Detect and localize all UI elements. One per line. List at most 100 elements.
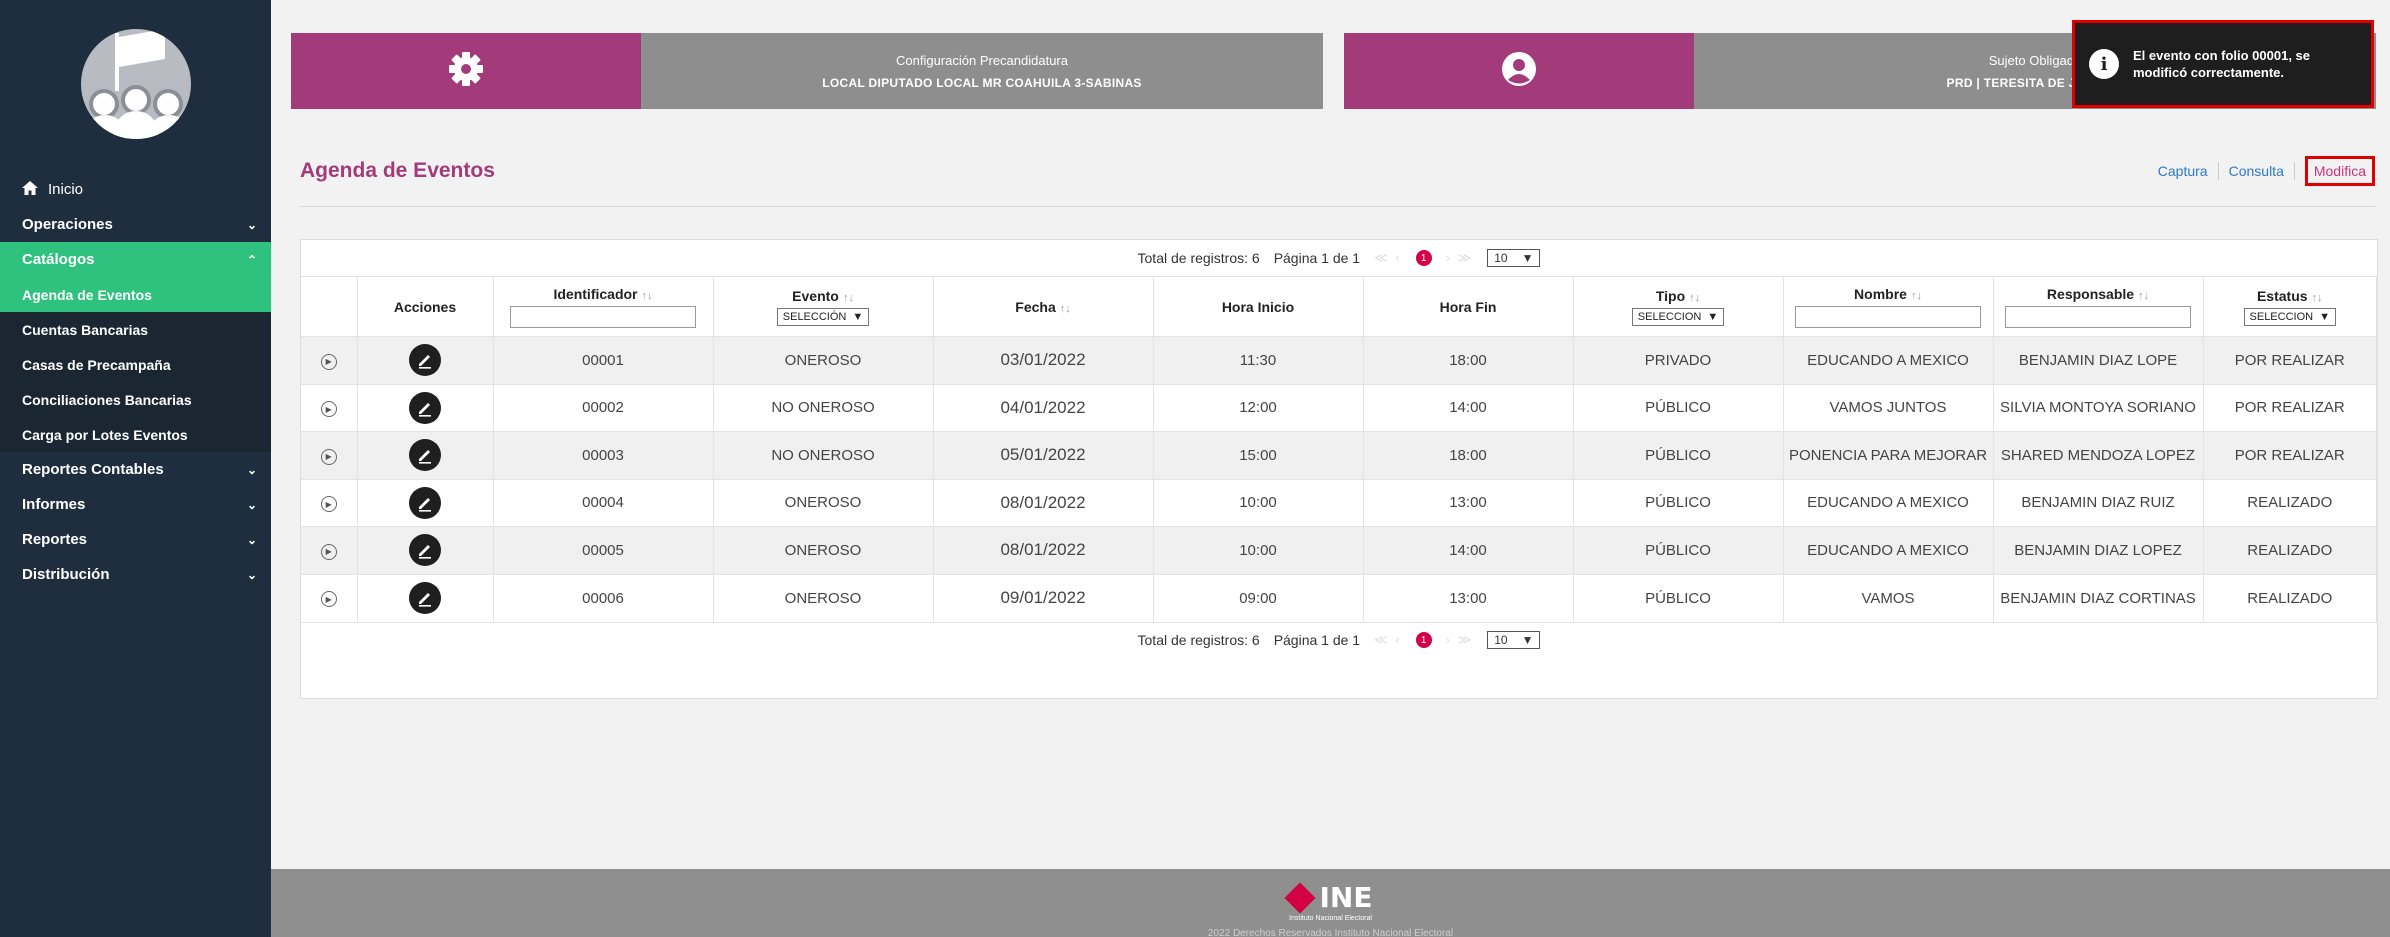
cell-nombre: VAMOS JUNTOS [1783, 383, 1994, 432]
sort-icon[interactable]: ↑↓ [1689, 292, 1700, 304]
table-row: ▶ 00006 ONEROSO 09/01/2022 09:00 13:00 PÚBLICO… [301, 573, 2377, 622]
header-identificador[interactable]: Identificador ↑↓ [493, 276, 714, 337]
page-size-select[interactable]: 10 ▼ [1487, 249, 1541, 267]
cell-identificador: 00004 [493, 478, 714, 527]
sort-icon[interactable]: ↑↓ [1911, 290, 1922, 302]
header-label: Tipo [1655, 287, 1686, 304]
sidebar-item-inicio[interactable]: Inicio [0, 172, 271, 207]
cell-identificador: 00005 [493, 526, 714, 574]
config-card[interactable]: Configuración Precandidatura LOCAL DIPUT… [291, 33, 1323, 109]
next-last-arrows[interactable]: › ≫ [1446, 632, 1474, 648]
page-number-button[interactable]: 1 [1415, 250, 1432, 266]
sidebar-subitem-carga-lotes[interactable]: Carga por Lotes Eventos [0, 417, 271, 452]
header-hora-inicio: Hora Inicio [1153, 276, 1364, 337]
sidebar-item-operaciones[interactable]: Operaciones ⌄ [0, 207, 271, 242]
cell-hora-inicio: 15:00 [1153, 431, 1364, 479]
tab-consulta[interactable]: Consulta [2229, 163, 2284, 179]
info-icon: i [2089, 49, 2119, 79]
page-number-button[interactable]: 1 [1415, 632, 1432, 648]
cell-evento: ONEROSO [713, 573, 934, 622]
app-logo [80, 29, 191, 139]
expand-row-icon[interactable]: ▶ [320, 401, 337, 417]
sidebar-subitem-casas-precampana[interactable]: Casas de Precampaña [0, 347, 271, 382]
expand-row-icon[interactable]: ▶ [320, 543, 337, 560]
sidebar-item-label: Inicio [48, 181, 84, 198]
cell-nombre: VAMOS [1783, 573, 1994, 622]
sort-icon[interactable]: ↑↓ [2138, 290, 2149, 302]
identificador-filter-input[interactable] [510, 305, 696, 328]
edit-pencil-icon[interactable] [409, 344, 441, 377]
cell-fecha: 08/01/2022 [933, 526, 1154, 574]
edit-pencil-icon[interactable] [409, 534, 441, 567]
cell-tipo: PÚBLICO [1573, 478, 1784, 527]
expand-row-icon[interactable]: ▶ [320, 496, 337, 512]
table-row: ▶ 00002 NO ONEROSO 04/01/2022 12:00 14:00 PÚBL… [301, 383, 2377, 432]
sidebar-item-informes[interactable]: Informes ⌄ [0, 487, 271, 522]
header-evento[interactable]: Evento ↑↓ SELECCIÓN ▼ [713, 276, 934, 337]
header-fecha[interactable]: Fecha ↑↓ [933, 276, 1154, 337]
expand-row-icon[interactable]: ▶ [320, 448, 337, 465]
cell-fecha: 08/01/2022 [933, 478, 1154, 527]
expand-row-icon[interactable]: ▶ [320, 591, 337, 608]
sidebar-subitem-conciliaciones[interactable]: Conciliaciones Bancarias [0, 382, 271, 417]
edit-pencil-icon[interactable] [409, 391, 441, 424]
edit-pencil-icon[interactable] [409, 582, 441, 614]
tab-captura[interactable]: Captura [2158, 163, 2208, 179]
cell-estatus: REALIZADO [2203, 526, 2377, 574]
cell-hora-inicio: 10:00 [1153, 478, 1364, 527]
first-prev-arrows[interactable]: ≪ ‹ [1374, 632, 1402, 648]
estatus-filter-select[interactable]: SELECCION ▼ [2243, 307, 2336, 326]
ine-logo: INE [1283, 881, 1372, 914]
sidebar-subitem-cuentas-bancarias[interactable]: Cuentas Bancarias [0, 312, 271, 347]
sort-icon[interactable]: ↑↓ [2312, 292, 2323, 304]
cell-estatus: POR REALIZAR [2203, 336, 2377, 384]
next-last-arrows[interactable]: › ≫ [1446, 250, 1474, 266]
sidebar: Inicio Operaciones ⌄ Catálogos ⌃ Agenda … [0, 0, 271, 937]
cell-hora-fin: 14:00 [1363, 526, 1574, 574]
nombre-filter-input[interactable] [1795, 305, 1981, 328]
responsable-filter-input[interactable] [2005, 305, 2191, 328]
sidebar-item-reportes-contables[interactable]: Reportes Contables ⌄ [0, 452, 271, 487]
sidebar-item-distribucion[interactable]: Distribución ⌄ [0, 557, 271, 592]
footer-text: 2022 Derechos Reservados Instituto Nacio… [1207, 928, 1454, 937]
config-card-title: Configuración Precandidatura [896, 52, 1068, 68]
first-prev-arrows[interactable]: ≪ ‹ [1374, 250, 1402, 266]
header-nombre[interactable]: Nombre ↑↓ [1783, 276, 1994, 337]
mode-tabs: Captura Consulta Modifica [2158, 156, 2375, 186]
evento-filter-select[interactable]: SELECCIÓN ▼ [776, 307, 870, 326]
header-responsable[interactable]: Responsable ↑↓ [1993, 276, 2204, 337]
expand-row-icon[interactable]: ▶ [320, 353, 337, 370]
config-card-icon-area [291, 33, 641, 109]
table-row: ▶ 00003 NO ONEROSO 05/01/2022 15:00 18:00 PÚBL… [301, 431, 2377, 479]
success-toast[interactable]: i El evento con folio 00001, se modificó… [2072, 20, 2374, 108]
sort-icon[interactable]: ↑↓ [1060, 303, 1071, 315]
expand-cell: ▶ [301, 573, 358, 622]
sidebar-item-label: Catálogos [22, 251, 95, 268]
subject-card-icon-area [1344, 33, 1694, 109]
cell-responsable: BENJAMIN DIAZ CORTINAS [1993, 573, 2204, 622]
cell-hora-fin: 18:00 [1363, 431, 1574, 479]
sidebar-subitem-agenda-eventos[interactable]: Agenda de Eventos [0, 277, 271, 312]
sidebar-item-catalogos[interactable]: Catálogos ⌃ [0, 242, 271, 277]
sidebar-item-reportes[interactable]: Reportes ⌄ [0, 522, 271, 557]
header-label: Responsable [2046, 285, 2135, 302]
header-expand [301, 276, 358, 337]
pager-bottom: Total de registros: 6 Página 1 de 1 ≪ ‹ … [301, 621, 2377, 658]
edit-pencil-icon[interactable] [409, 486, 441, 519]
page-size-select[interactable]: 10 ▼ [1487, 631, 1541, 649]
sidebar-item-label: Informes [22, 496, 86, 513]
cell-hora-inicio: 12:00 [1153, 383, 1364, 432]
expand-cell: ▶ [301, 526, 358, 574]
header-estatus[interactable]: Estatus ↑↓ SELECCION ▼ [2203, 276, 2377, 337]
chevron-down-icon: ⌄ [246, 497, 257, 512]
filter-value: SELECCION [1637, 310, 1702, 323]
tipo-filter-select[interactable]: SELECCION ▼ [1631, 307, 1725, 326]
header-tipo[interactable]: Tipo ↑↓ SELECCION ▼ [1573, 276, 1784, 337]
sort-icon[interactable]: ↑↓ [843, 292, 854, 304]
ine-logo-subtitle: Instituto Nacional Electoral [1289, 915, 1372, 922]
edit-pencil-icon[interactable] [409, 439, 441, 472]
header-label: Identificador [553, 285, 638, 302]
tab-modifica[interactable]: Modifica [2304, 156, 2375, 186]
cell-responsable: SHARED MENDOZA LOPEZ [1993, 431, 2204, 479]
sort-icon[interactable]: ↑↓ [642, 290, 653, 302]
